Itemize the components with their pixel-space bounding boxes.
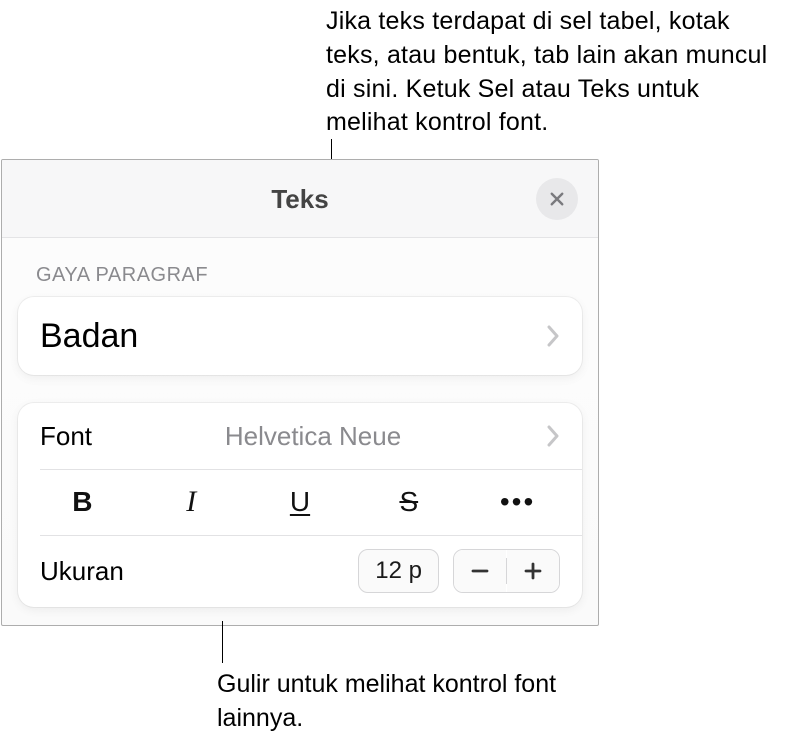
paragraph-style-card: Badan bbox=[18, 297, 582, 375]
paragraph-style-section-label: GAYA PARAGRAF bbox=[2, 238, 598, 297]
font-row[interactable]: Font Helvetica Neue bbox=[18, 403, 582, 469]
text-style-row: B I U S ••• bbox=[18, 469, 582, 535]
paragraph-style-row[interactable]: Badan bbox=[18, 297, 582, 375]
font-label: Font bbox=[40, 421, 92, 452]
callout-bottom-text: Gulir untuk melihat kontrol font lainnya… bbox=[217, 668, 617, 736]
size-value-field[interactable]: 12 p bbox=[358, 549, 439, 593]
text-format-panel: Teks GAYA PARAGRAF Badan Font Helvetica … bbox=[1, 159, 599, 626]
minus-icon bbox=[470, 561, 490, 581]
chevron-right-icon bbox=[546, 425, 560, 447]
font-value: Helvetica Neue bbox=[225, 421, 413, 452]
size-increase-button[interactable] bbox=[507, 550, 559, 592]
chevron-right-icon bbox=[546, 325, 560, 347]
plus-icon bbox=[523, 561, 543, 581]
strikethrough-button[interactable]: S bbox=[354, 470, 463, 534]
italic-button[interactable]: I bbox=[137, 469, 246, 535]
size-label: Ukuran bbox=[40, 556, 124, 587]
size-row: Ukuran 12 p bbox=[18, 535, 582, 607]
close-icon bbox=[548, 190, 566, 208]
paragraph-style-value: Badan bbox=[40, 317, 138, 356]
panel-header: Teks bbox=[2, 160, 598, 238]
panel-title: Teks bbox=[2, 184, 598, 215]
callout-bottom-leader bbox=[222, 621, 223, 663]
close-button[interactable] bbox=[536, 178, 578, 220]
size-decrease-button[interactable] bbox=[454, 550, 506, 592]
underline-button[interactable]: U bbox=[246, 470, 355, 534]
bold-button[interactable]: B bbox=[28, 470, 137, 534]
size-stepper bbox=[453, 549, 560, 593]
font-card: Font Helvetica Neue B I U S ••• Ukuran 1… bbox=[18, 403, 582, 607]
more-styles-button[interactable]: ••• bbox=[463, 470, 572, 534]
callout-top-text: Jika teks terdapat di sel tabel, kotak t… bbox=[326, 5, 786, 140]
